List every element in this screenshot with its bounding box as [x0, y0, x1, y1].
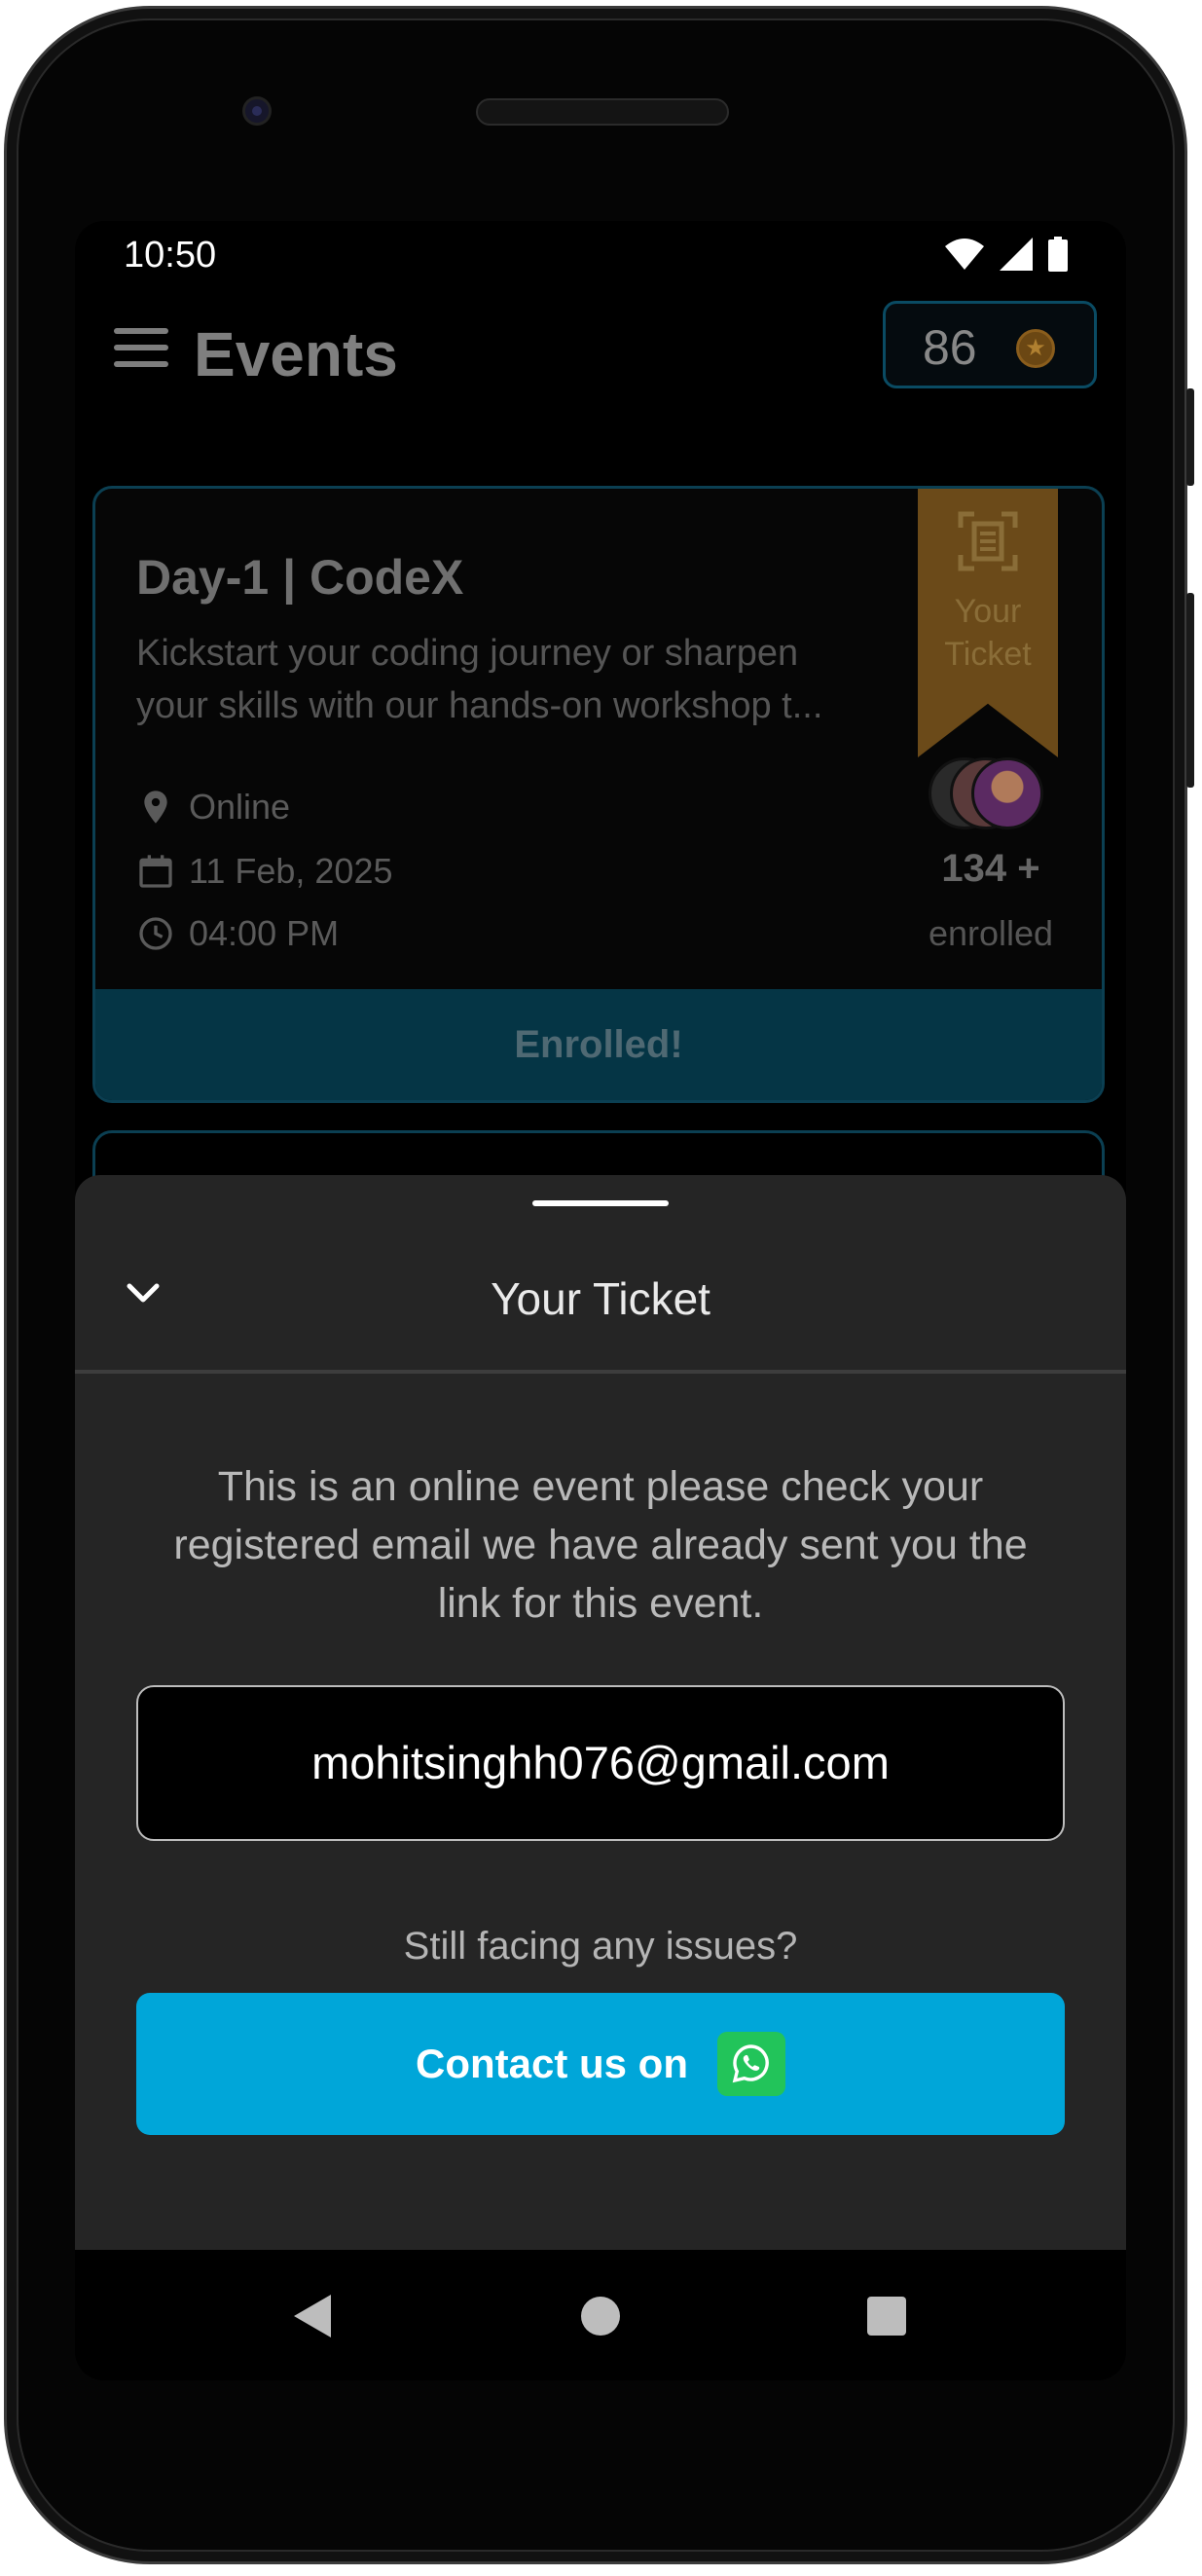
event-date: 11 Feb, 2025 [136, 851, 393, 892]
ticket-scan-icon [958, 511, 1018, 571]
event-title: Day-1 | CodeX [136, 550, 464, 605]
location-text: Online [189, 787, 291, 827]
registered-email[interactable]: mohitsinghh076@gmail.com [136, 1685, 1065, 1841]
event-description-line: your skills with our hands-on workshop t… [136, 685, 823, 726]
whatsapp-icon [717, 2032, 785, 2096]
avatar [971, 757, 1043, 829]
event-card[interactable]: Day-1 | CodeX Kickstart your coding jour… [92, 486, 1105, 1103]
page-title: Events [194, 319, 398, 389]
calendar-icon [139, 855, 172, 888]
power-button [1186, 388, 1194, 486]
date-text: 11 Feb, 2025 [189, 851, 393, 891]
ribbon-label: Your Ticket [918, 590, 1058, 676]
sheet-title: Your Ticket [491, 1273, 710, 1324]
time-text: 04:00 PM [189, 913, 340, 953]
contact-whatsapp-button[interactable]: Contact us on [136, 1993, 1065, 2135]
enrolled-label: enrolled [928, 913, 1054, 953]
back-icon[interactable] [294, 2295, 331, 2337]
volume-button [1186, 593, 1194, 788]
your-ticket-ribbon[interactable]: Your Ticket [918, 489, 1058, 757]
issues-prompt: Still facing any issues? [403, 1925, 798, 1968]
hamburger-menu-icon[interactable] [114, 328, 168, 371]
enrolled-button[interactable]: Enrolled! [95, 989, 1102, 1100]
wifi-icon [945, 239, 984, 270]
enrolled-count: 134 + [941, 847, 1040, 890]
cell-signal-icon [1000, 238, 1033, 271]
contact-button-label: Contact us on [416, 2041, 688, 2086]
clock-icon [139, 917, 172, 950]
home-icon[interactable] [581, 2297, 620, 2336]
status-time: 10:50 [124, 235, 217, 276]
event-description-line: Kickstart your coding journey or sharpen [136, 633, 799, 674]
sheet-drag-handle[interactable] [532, 1200, 669, 1206]
sheet-divider [75, 1370, 1126, 1374]
event-time: 04:00 PM [136, 913, 339, 954]
recent-apps-icon[interactable] [867, 2297, 906, 2336]
screen: 10:50 Events 86 ★ Day-1 | CodeX Kickstar… [75, 221, 1126, 2380]
coin-count: 86 [923, 320, 977, 375]
system-navigation-bar [75, 2252, 1126, 2380]
top-app-bar: Events 86 ★ [75, 299, 1126, 406]
ticket-bottom-sheet: Your Ticket This is an online event plea… [75, 1175, 1126, 2250]
location-pin-icon [144, 791, 167, 824]
battery-icon [1048, 237, 1068, 272]
enrolled-avatars [921, 757, 1057, 831]
status-bar: 10:50 [75, 221, 1126, 289]
phone-frame: 10:50 Events 86 ★ Day-1 | CodeX Kickstar… [4, 6, 1194, 2564]
online-event-info: This is an online event please check you… [173, 1463, 1028, 1627]
front-camera [242, 96, 272, 126]
coin-star-icon: ★ [1016, 329, 1055, 368]
ribbon-label-line: Ticket [944, 636, 1032, 673]
earpiece-speaker [476, 98, 729, 126]
event-location: Online [136, 787, 290, 828]
status-icons [945, 237, 1068, 272]
ribbon-label-line: Your [954, 593, 1022, 630]
event-description: Kickstart your coding journey or sharpen… [136, 627, 876, 732]
coins-badge[interactable]: 86 ★ [883, 301, 1097, 388]
